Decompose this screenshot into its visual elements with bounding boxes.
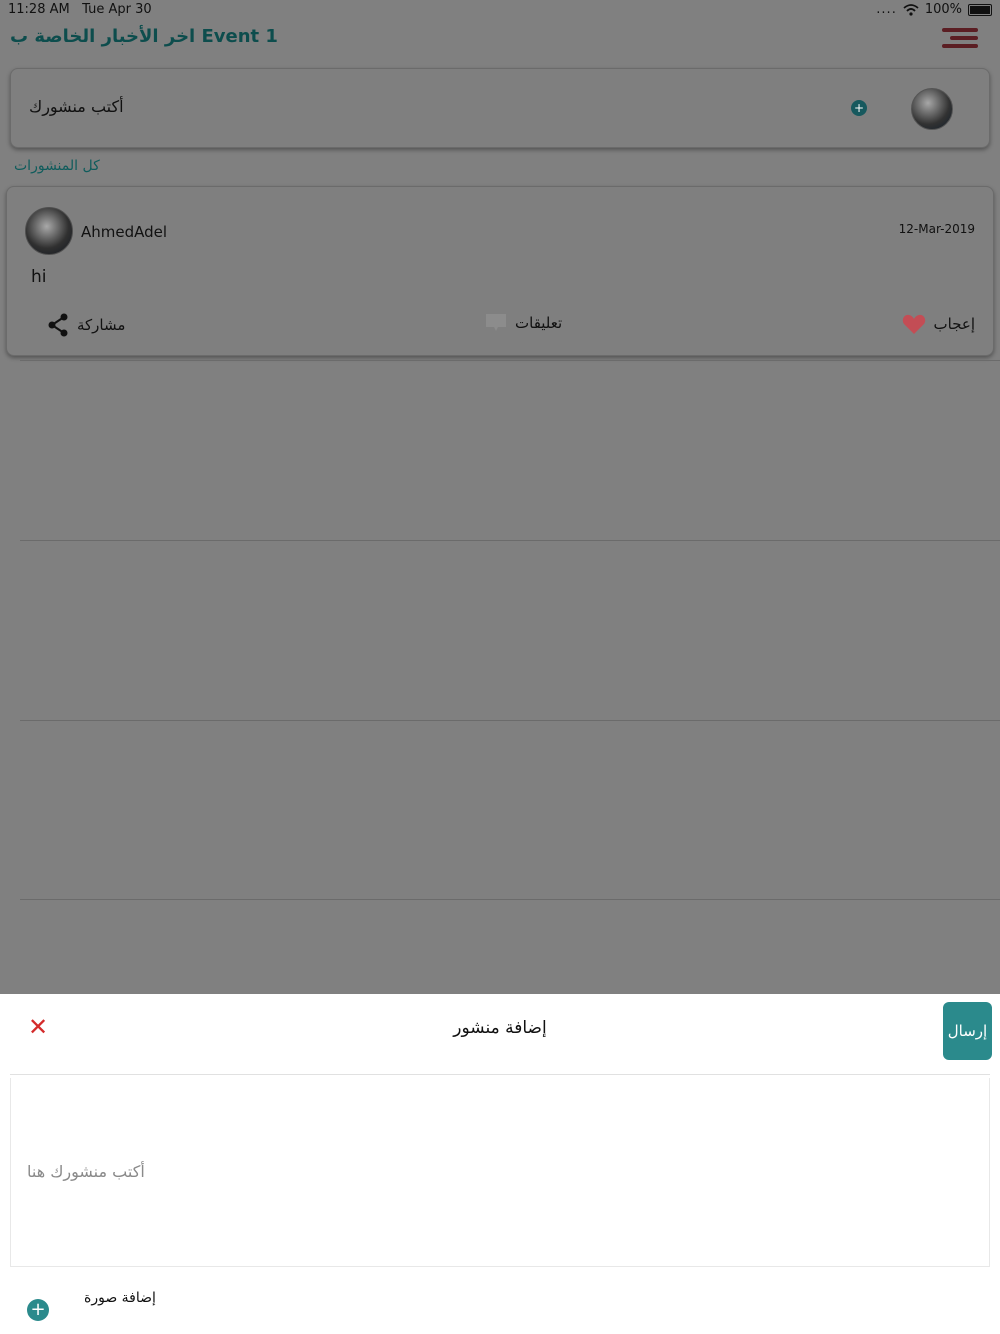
like-button[interactable]: إعجاب [902, 313, 976, 335]
divider [20, 540, 1000, 541]
send-button[interactable]: إرسال [943, 1002, 992, 1060]
status-time: 11:28 AM [8, 2, 70, 17]
avatar [911, 88, 953, 130]
post-textarea[interactable]: أكتب منشورك هنا [10, 1078, 990, 1267]
like-label: إعجاب [933, 315, 976, 333]
post-date: 12-Mar-2019 [898, 222, 975, 236]
status-left: 11:28 AM Tue Apr 30 [8, 2, 152, 17]
menu-bar-3 [942, 44, 978, 48]
add-post-modal: ✕ إضافة منشور إرسال أكتب منشورك هنا إضاف… [0, 994, 1000, 1334]
post-textarea-placeholder: أكتب منشورك هنا [27, 1162, 145, 1181]
compose-post-box[interactable]: + أكتب منشورك [10, 68, 990, 148]
share-button[interactable]: مشاركة [47, 313, 125, 337]
add-image-label[interactable]: إضافة صورة [84, 1290, 156, 1306]
divider [20, 720, 1000, 721]
comments-label: تعليقات [515, 314, 563, 332]
all-posts-label: كل المنشورات [14, 158, 100, 174]
heart-icon [902, 314, 925, 334]
modal-title: إضافة منشور [453, 1018, 547, 1038]
menu-bar-2 [950, 36, 978, 40]
page-title: اخر الأخبار الخاصة ب Event 1 [10, 26, 278, 47]
post-text: hi [31, 267, 47, 287]
speech-bubble-icon [486, 314, 506, 331]
divider [20, 899, 1000, 900]
signal-icon: .... [876, 2, 897, 17]
status-right: .... 100% [876, 2, 992, 17]
post-card: AhmedAdel 12-Mar-2019 hi مشاركة تعليقات … [6, 186, 994, 356]
status-date: Tue Apr 30 [82, 2, 152, 17]
wifi-icon [903, 3, 919, 16]
battery-icon [968, 3, 992, 16]
divider [20, 360, 1000, 361]
share-label: مشاركة [77, 316, 126, 334]
share-icon [48, 313, 68, 337]
post-author[interactable]: AhmedAdel [81, 223, 167, 241]
plus-circle-icon[interactable]: + [851, 100, 867, 116]
menu-bar-1 [942, 28, 978, 32]
hamburger-icon[interactable] [942, 28, 978, 50]
modal-divider [10, 1074, 990, 1075]
battery-percent: 100% [924, 2, 962, 17]
plus-circle-icon[interactable]: + [27, 1299, 49, 1321]
post-author-avatar[interactable] [25, 207, 73, 255]
comments-button[interactable]: تعليقات [485, 313, 562, 333]
status-bar: 11:28 AM Tue Apr 30 .... 100% [0, 0, 1000, 20]
compose-placeholder: أكتب منشورك [29, 97, 124, 116]
